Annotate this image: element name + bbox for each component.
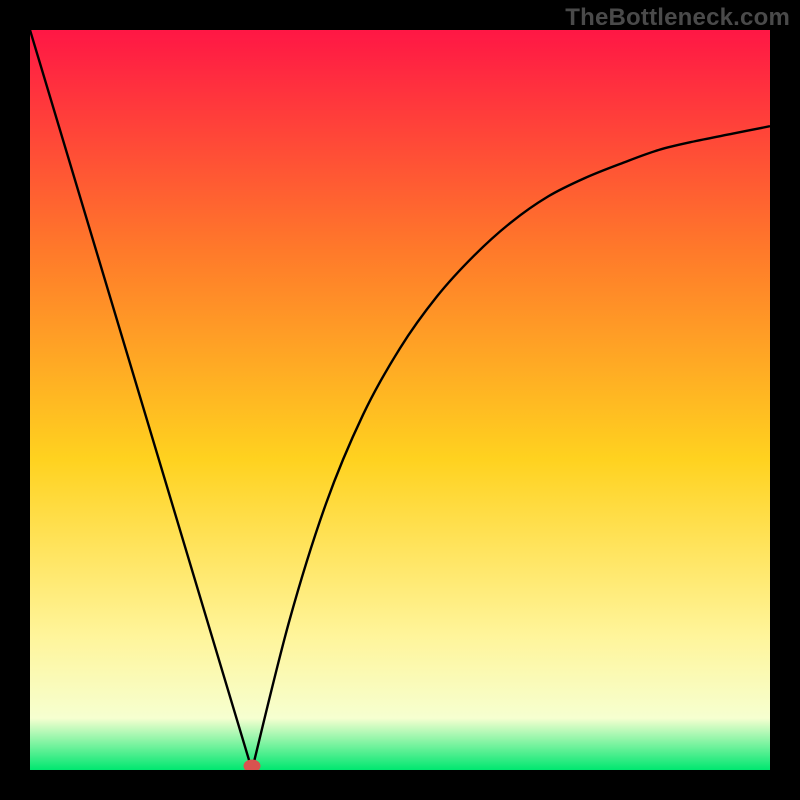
chart-frame: TheBottleneck.com: [0, 0, 800, 800]
watermark-text: TheBottleneck.com: [565, 4, 790, 32]
plot-area: [30, 30, 770, 770]
bottleneck-chart: [30, 30, 770, 770]
optimal-point-marker: [244, 760, 260, 770]
